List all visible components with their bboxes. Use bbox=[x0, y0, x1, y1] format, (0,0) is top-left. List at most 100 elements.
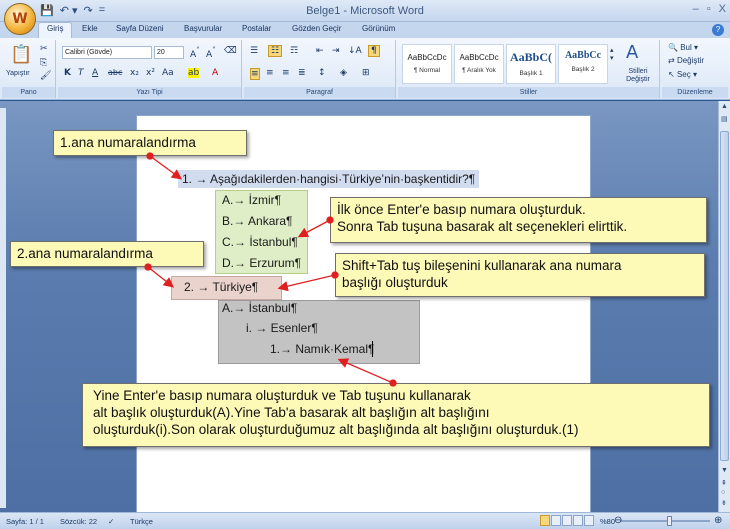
align-right-icon[interactable]: ≡ bbox=[282, 68, 290, 78]
paste-button[interactable]: Yapıştır bbox=[6, 70, 30, 77]
web-layout-view-icon[interactable] bbox=[562, 515, 572, 526]
outline-view-icon[interactable] bbox=[573, 515, 583, 526]
callout-nested-line-3: oluşturduk(i).Son olarak oluşturduğumuz … bbox=[93, 422, 579, 437]
list-item-main-1[interactable]: 1. → Aşağıdakilerden·hangisi·Türkiye’nin… bbox=[178, 170, 480, 188]
change-styles-button[interactable]: Stilleri Değiştir bbox=[618, 68, 658, 84]
maximize-button[interactable]: ▫ bbox=[707, 3, 711, 15]
view-buttons bbox=[540, 515, 594, 526]
tab-gorunum[interactable]: Görünüm bbox=[362, 24, 395, 33]
list-item-sub-1[interactable]: 1.→ Namık·Kemal¶ bbox=[270, 342, 374, 356]
tab-postalar[interactable]: Postalar bbox=[242, 24, 271, 33]
font-name-select[interactable]: Calibri (Gövde) bbox=[62, 46, 152, 59]
print-layout-view-icon[interactable] bbox=[540, 515, 550, 526]
find-button[interactable]: 🔍 Bul ▾ bbox=[668, 43, 698, 52]
bold-icon[interactable]: K bbox=[64, 68, 71, 78]
zoom-out-icon[interactable]: ⊖ bbox=[614, 515, 622, 526]
office-button[interactable]: W bbox=[4, 3, 36, 35]
underline-icon[interactable]: A bbox=[92, 68, 98, 78]
group-duzenleme: 🔍 Bul ▾ ⇄ Değiştir ↖ Seç ▾ Düzenleme bbox=[662, 40, 728, 98]
full-screen-view-icon[interactable] bbox=[551, 515, 561, 526]
align-left-icon[interactable]: ≡ bbox=[250, 68, 260, 80]
bullets-icon[interactable]: ☰ bbox=[250, 46, 258, 56]
status-page[interactable]: Sayfa: 1 / 1 bbox=[6, 517, 44, 526]
multilevel-list-icon[interactable]: ☶ bbox=[290, 46, 298, 56]
list-item-main-2[interactable]: 2. → Türkiye¶ bbox=[184, 280, 258, 294]
ruler-toggle-icon[interactable]: ▤ bbox=[721, 115, 728, 123]
title-bar: 💾 ↶ ▾ ↷ = Belge1 - Microsoft Word – ▫ X bbox=[0, 0, 730, 22]
increase-indent-icon[interactable]: ⇥ bbox=[332, 46, 340, 56]
status-language[interactable]: Türkçe bbox=[130, 517, 153, 526]
prev-page-icon[interactable]: ⇞ bbox=[721, 479, 727, 487]
tab-gozden-gecir[interactable]: Gözden Geçir bbox=[292, 24, 341, 33]
tab-sayfa-duzeni[interactable]: Sayfa Düzeni bbox=[116, 24, 164, 33]
draft-view-icon[interactable] bbox=[584, 515, 594, 526]
sort-icon[interactable]: ↓A bbox=[348, 46, 362, 56]
decrease-indent-icon[interactable]: ⇤ bbox=[316, 46, 324, 56]
strikethrough-icon[interactable]: abc bbox=[108, 68, 122, 77]
replace-label: Değiştir bbox=[676, 56, 705, 65]
change-case-icon[interactable]: Aa bbox=[162, 68, 174, 78]
styles-scroll-icon[interactable]: ▴ ▾ bbox=[610, 46, 614, 62]
replace-button[interactable]: ⇄ Değiştir bbox=[668, 56, 704, 65]
list-item-option-c[interactable]: C.→ İstanbul¶ bbox=[222, 235, 298, 249]
scroll-thumb[interactable] bbox=[720, 131, 729, 461]
font-size-select[interactable]: 20 bbox=[154, 46, 184, 59]
align-center-icon[interactable]: ≡ bbox=[266, 68, 274, 78]
clear-format-icon[interactable]: ⌫ bbox=[224, 46, 237, 56]
style-sample: AaBbCcDc bbox=[459, 53, 499, 62]
highlight-icon[interactable]: ab bbox=[188, 68, 200, 78]
tab-ekle[interactable]: Ekle bbox=[82, 24, 98, 33]
subscript-icon[interactable]: x₂ bbox=[130, 68, 139, 78]
list-item-option-b[interactable]: B.→ Ankara¶ bbox=[222, 214, 292, 228]
style-baslik-2[interactable]: AaBbCc Başlık 2 bbox=[558, 44, 608, 84]
numbering-icon[interactable]: ☷ bbox=[268, 45, 283, 57]
status-words[interactable]: Sözcük: 22 bbox=[60, 517, 97, 526]
tab-giris[interactable]: Giriş bbox=[38, 22, 73, 38]
window-title: Belge1 - Microsoft Word bbox=[306, 5, 424, 17]
tab-basvurular[interactable]: Başvurular bbox=[184, 24, 222, 33]
status-bar: Sayfa: 1 / 1 Sözcük: 22 ✓ Türkçe %80 ⊖ ⊕ bbox=[0, 512, 730, 529]
style-normal[interactable]: AaBbCcDc ¶ Normal bbox=[402, 44, 452, 84]
scroll-up-icon[interactable]: ▲ bbox=[721, 103, 728, 110]
ribbon: 📋 Yapıştır ✂ ⎘ 🖌 Pano Calibri (Gövde) 20… bbox=[0, 38, 730, 100]
superscript-icon[interactable]: x² bbox=[146, 68, 155, 78]
browse-object-icon[interactable]: ○ bbox=[721, 489, 725, 496]
line-spacing-icon[interactable]: ↕ bbox=[318, 68, 326, 78]
scroll-down-icon[interactable]: ▼ bbox=[721, 467, 728, 474]
minimize-button[interactable]: – bbox=[693, 3, 699, 15]
change-styles-icon[interactable]: A bbox=[626, 42, 638, 63]
close-button[interactable]: X bbox=[719, 3, 726, 15]
format-painter-icon[interactable]: 🖌 bbox=[40, 71, 51, 81]
list-item-option-a[interactable]: A.→ İzmir¶ bbox=[222, 193, 281, 207]
zoom-slider-knob[interactable] bbox=[667, 516, 672, 526]
next-page-icon[interactable]: ⇟ bbox=[721, 499, 727, 507]
grow-font-icon[interactable]: A˄ bbox=[190, 46, 200, 60]
shading-icon[interactable]: ◈ bbox=[340, 68, 347, 78]
show-marks-icon[interactable]: ¶ bbox=[368, 45, 380, 57]
callout-nested-line-2: alt başlık oluşturduk(A).Yine Tab'a basa… bbox=[93, 405, 490, 420]
style-baslik-1[interactable]: AaBbC( Başlık 1 bbox=[506, 44, 556, 84]
help-icon[interactable]: ? bbox=[712, 24, 724, 36]
justify-icon[interactable]: ≣ bbox=[298, 68, 306, 78]
zoom-in-icon[interactable]: ⊕ bbox=[714, 515, 722, 526]
borders-icon[interactable]: ⊞ bbox=[362, 68, 370, 78]
select-button[interactable]: ↖ Seç ▾ bbox=[668, 70, 697, 79]
font-color-icon[interactable]: A bbox=[212, 68, 218, 78]
shrink-font-icon[interactable]: A˅ bbox=[206, 46, 216, 60]
callout-main-1: 1.ana numaralandırma bbox=[53, 130, 247, 156]
style-sample: AaBbCcDc bbox=[407, 53, 447, 62]
callout-shift-tab-line-2: başlığı oluşturduk bbox=[342, 275, 448, 290]
italic-icon[interactable]: T bbox=[78, 68, 84, 78]
zoom-level[interactable]: %80 bbox=[600, 517, 615, 526]
callout-sublist-line-2: Sonra Tab tuşuna basarak alt seçenekleri… bbox=[337, 219, 628, 234]
list-item-sub-i[interactable]: i. → Esenler¶ bbox=[246, 321, 318, 335]
zoom-slider[interactable] bbox=[620, 520, 710, 522]
vertical-scrollbar[interactable]: ▲ ▤ ▼ ⇞ ○ ⇟ bbox=[718, 101, 730, 512]
proofing-icon[interactable]: ✓ bbox=[108, 517, 114, 526]
paste-icon[interactable]: 📋 bbox=[10, 44, 32, 65]
cut-icon[interactable]: ✂ bbox=[40, 44, 48, 54]
style-aralik-yok[interactable]: AaBbCcDc ¶ Aralık Yok bbox=[454, 44, 504, 84]
list-item-option-d[interactable]: D.→ Erzurum¶ bbox=[222, 256, 301, 270]
list-item-sub-a[interactable]: A.→ İstanbul¶ bbox=[222, 301, 297, 315]
copy-icon[interactable]: ⎘ bbox=[40, 58, 47, 68]
